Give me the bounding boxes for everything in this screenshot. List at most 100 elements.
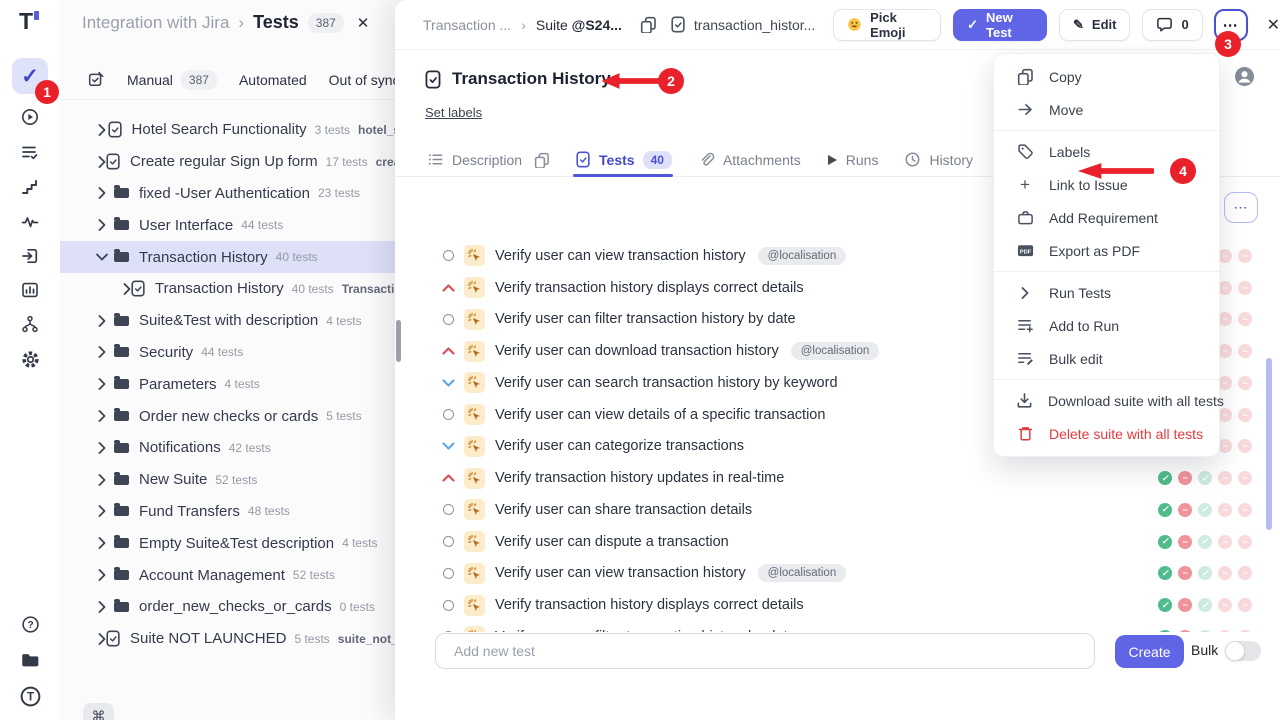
status-passed-icon[interactable] [1158,566,1172,580]
menu-item-delete-suite[interactable]: Delete suite with all tests [994,417,1219,450]
chevron-right-icon[interactable] [98,378,114,390]
menu-item-move[interactable]: Move [994,93,1219,126]
menu-item-copy[interactable]: Copy [994,60,1219,93]
chevron-right-icon[interactable] [98,346,114,358]
close-drawer-icon[interactable]: ✕ [1267,15,1280,35]
status-passed-icon[interactable] [1158,503,1172,517]
chevron-right-icon[interactable] [98,505,114,517]
priority-normal-icon[interactable] [439,314,457,325]
status-failed-muted-icon[interactable] [1218,376,1232,390]
status-failed-muted-icon[interactable] [1218,312,1232,326]
chevron-right-icon[interactable] [98,187,114,199]
app-logo[interactable]: T [19,8,33,35]
status-failed-icon[interactable] [1178,503,1192,517]
status-failed-muted-icon[interactable] [1218,566,1232,580]
status-failed-muted-icon[interactable] [1218,503,1232,517]
branches-nav-icon[interactable] [12,306,48,342]
tree-row[interactable]: Hotel Search Functionality3 testshotel_s [60,114,400,146]
tests-list-scrollbar[interactable] [1266,358,1272,530]
bulk-toggle[interactable] [1225,641,1261,661]
priority-normal-icon[interactable] [439,568,457,579]
list-more-button[interactable]: ⋯ [1224,192,1258,223]
tab-history[interactable]: History [904,151,973,168]
settings-gear-icon[interactable] [12,341,48,377]
status-failed-muted-icon[interactable] [1238,503,1252,517]
status-failed-muted-icon[interactable] [1238,566,1252,580]
set-labels-link[interactable]: Set labels [425,105,482,120]
chevron-right-icon[interactable] [98,601,114,613]
status-passed-icon[interactable] [1158,471,1172,485]
new-test-button[interactable]: ✓New Test [953,9,1047,41]
tree-row[interactable]: Order new checks or cards5 tests [60,400,400,432]
menu-item-download-suite[interactable]: Download suite with all tests [994,384,1219,417]
chevron-right-icon[interactable] [98,537,114,549]
status-failed-muted-icon[interactable] [1238,535,1252,549]
status-passed-muted-icon[interactable] [1198,566,1212,580]
tree-scrollbar[interactable] [396,320,401,362]
tree-row[interactable]: fixed -User Authentication23 tests [60,178,400,210]
status-passed-muted-icon[interactable] [1198,503,1212,517]
status-failed-muted-icon[interactable] [1238,312,1252,326]
priority-normal-icon[interactable] [439,409,457,420]
status-failed-muted-icon[interactable] [1218,598,1232,612]
status-failed-muted-icon[interactable] [1238,376,1252,390]
priority-low-icon[interactable] [439,442,457,450]
status-failed-icon[interactable] [1178,535,1192,549]
projects-folder-icon[interactable] [12,642,48,678]
status-failed-muted-icon[interactable] [1218,281,1232,295]
status-failed-muted-icon[interactable] [1238,439,1252,453]
menu-item-export-pdf[interactable]: Export as PDF [994,234,1219,267]
status-failed-muted-icon[interactable] [1238,281,1252,295]
status-failed-icon[interactable] [1178,471,1192,485]
status-passed-muted-icon[interactable] [1198,598,1212,612]
chevron-down-icon[interactable] [98,251,114,263]
comments-button[interactable]: 0 [1142,9,1202,41]
status-failed-muted-icon[interactable] [1238,249,1252,263]
status-passed-muted-icon[interactable] [1198,471,1212,485]
status-passed-icon[interactable] [1158,598,1172,612]
select-icon[interactable] [88,71,105,88]
tree-row[interactable]: Create regular Sign Up form17 testscrea [60,146,400,178]
priority-normal-icon[interactable] [439,250,457,261]
status-failed-icon[interactable] [1178,566,1192,580]
edit-button[interactable]: ✎Edit [1059,9,1130,41]
tree-row[interactable]: Suite NOT LAUNCHED5 testssuite_not_la [60,623,400,655]
priority-high-icon[interactable] [439,347,457,355]
create-button[interactable]: Create [1115,635,1184,668]
tab-runs[interactable]: Runs [827,152,879,168]
status-failed-muted-icon[interactable] [1218,535,1232,549]
priority-normal-icon[interactable] [439,536,457,547]
status-passed-muted-icon[interactable] [1198,535,1212,549]
priority-low-icon[interactable] [439,379,457,387]
tree-row[interactable]: Account Management52 tests [60,559,400,591]
test-row[interactable]: Verify transaction history updates in re… [395,462,1280,494]
import-nav-icon[interactable] [12,238,48,274]
test-plans-nav-icon[interactable] [12,134,48,170]
tree-row[interactable]: Suite&Test with description4 tests [60,305,400,337]
chevron-right-icon[interactable] [98,633,106,645]
suite-file-name[interactable]: transaction_histor... [694,17,815,33]
breadcrumb-suite-id[interactable]: Suite @S24... [536,17,622,33]
menu-item-add-to-run[interactable]: Add to Run [994,309,1219,342]
test-row[interactable]: Verify user can share transaction detail… [395,494,1280,526]
status-failed-muted-icon[interactable] [1218,344,1232,358]
chevron-right-icon[interactable] [98,156,106,168]
priority-normal-icon[interactable] [439,504,457,515]
tab-tests[interactable]: Tests40 [576,151,672,169]
keyboard-shortcut-button[interactable]: ⌘ [83,703,114,720]
status-failed-muted-icon[interactable] [1218,249,1232,263]
chevron-right-icon[interactable] [98,474,114,486]
chevron-right-icon[interactable] [98,442,114,454]
status-passed-icon[interactable] [1158,535,1172,549]
tab-out-of-sync[interactable]: Out of sync [329,72,400,88]
runs-nav-icon[interactable] [12,99,48,135]
status-failed-muted-icon[interactable] [1238,408,1252,422]
tree-row[interactable]: Empty Suite&Test description4 tests [60,527,400,559]
tab-manual[interactable]: Manual387 [127,70,217,90]
copy-icon[interactable] [534,152,550,168]
pick-emoji-button[interactable]: Pick Emoji [833,9,941,41]
status-failed-muted-icon[interactable] [1238,344,1252,358]
chevron-right-icon[interactable] [98,219,114,231]
tree-row-selected[interactable]: Transaction History40 tests [60,241,400,273]
tree-row[interactable]: Fund Transfers48 tests [60,496,400,528]
